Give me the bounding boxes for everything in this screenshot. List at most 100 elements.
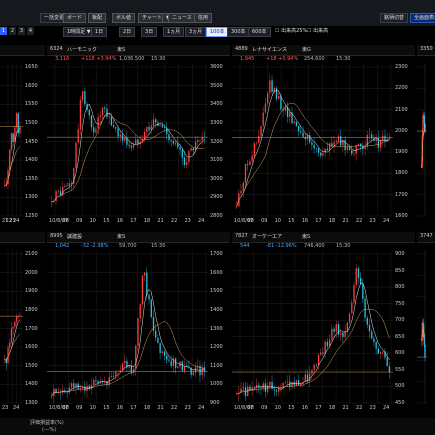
- x-axis-tick-label: 23: [184, 218, 191, 224]
- chart-pane[interactable]: 1650 1600 1550 1500 1450 1400 1350 1300 1250 21 22…: [0, 45, 45, 230]
- y-axis-tick-label: 1400: [210, 306, 223, 313]
- stock-name[interactable]: レナサイエンス: [252, 46, 287, 53]
- candle: [364, 298, 366, 318]
- x-axis-tick-label: 22: [170, 405, 178, 411]
- last-price: 3,116: [55, 56, 70, 62]
- pane-number-3[interactable]: 3: [18, 27, 25, 35]
- candle: [333, 141, 335, 146]
- range-600[interactable]: 600本: [248, 27, 271, 37]
- price-change: -81 -12.96%: [266, 243, 297, 249]
- candle: [108, 116, 110, 118]
- candle: [286, 381, 289, 383]
- volume-checkbox[interactable]: ☐ 出来高: [304, 27, 331, 35]
- candle: [249, 386, 251, 390]
- y-axis-tick-label: 2100: [395, 106, 408, 113]
- x-axis-tick-label: 21: [342, 405, 349, 411]
- x-axis-tick-label: 23: [369, 218, 376, 224]
- candlestick-chart[interactable]: [417, 63, 435, 230]
- candle: [251, 387, 253, 390]
- candle: [360, 278, 362, 284]
- range-3d[interactable]: 3日: [141, 27, 158, 37]
- candle: [130, 145, 133, 148]
- y-axis-tick-label: 900: [210, 400, 220, 406]
- pane-number-4[interactable]: 4: [27, 27, 34, 35]
- chart-pane[interactable]: 8995 誠建設 東S 1,042 -32 -2.98% 59,700 15:3…: [47, 232, 230, 417]
- last-price: 1,042: [55, 243, 70, 249]
- volume-button[interactable]: ボル値: [112, 13, 136, 23]
- chart-pane[interactable]: 7827 オーケーエア 東S 544 -81 -12.96% 746,400 1…: [232, 232, 415, 417]
- candle: [128, 144, 130, 146]
- stock-code: 3350: [420, 46, 433, 52]
- range-1m[interactable]: 1ヵ月: [163, 27, 185, 37]
- candle: [320, 352, 322, 355]
- candlestick-chart[interactable]: 1650 1600 1550 1500 1450 1400 1350 1300 1250 21 22…: [0, 63, 45, 230]
- candle: [93, 127, 95, 133]
- range-100[interactable]: 100本: [206, 27, 229, 37]
- stock-name[interactable]: 誠建設: [67, 233, 82, 240]
- chart-pane[interactable]: 3350: [417, 45, 435, 230]
- candle: [247, 163, 249, 165]
- y-axis-tick-label: 1350: [25, 175, 38, 182]
- price-change: +118 +3.94%: [81, 56, 117, 62]
- candle: [262, 112, 264, 126]
- candle: [197, 140, 199, 142]
- candle: [88, 385, 90, 390]
- candle: [326, 341, 329, 347]
- chart-pane[interactable]: 3747: [417, 232, 435, 417]
- y-axis-tick-label: 1800: [25, 306, 38, 313]
- candle: [382, 135, 384, 141]
- range-2d[interactable]: 2日: [119, 27, 136, 37]
- period-select[interactable]: 1時間足 ▼: [63, 27, 95, 37]
- y-axis-tick-label: 1400: [25, 381, 38, 388]
- x-axis-tick-label: 21: [157, 218, 164, 224]
- candle: [422, 115, 424, 135]
- candlestick-chart[interactable]: 2300 2200 2100 2000 1900 1800 1700 1600 10/8/07 0…: [232, 63, 415, 230]
- candlestick-chart[interactable]: 2100 2000 1900 1800 1700 1600 1500 1400 1300 23 24: [0, 250, 45, 417]
- x-axis-tick-label: 09: [261, 405, 268, 411]
- candle: [183, 366, 186, 371]
- y-axis-tick-label: 3000: [210, 175, 223, 182]
- top-toolbar: 一括変更 ボード 板配 ボル値 チャート ▼ ニュース 信用 銘柄切替 全画面表…: [0, 0, 435, 26]
- candlestick-chart[interactable]: 1700 1600 1500 1400 1300 1200 1100 1000 900 10/8/…: [47, 250, 230, 417]
- range-300[interactable]: 300本: [227, 27, 250, 37]
- y-axis-tick-label: 1600: [395, 213, 408, 219]
- candle: [137, 318, 139, 346]
- x-axis-tick-label: 09: [261, 218, 268, 224]
- board-button[interactable]: ボード: [63, 13, 87, 23]
- range-1d[interactable]: 1日: [91, 27, 108, 37]
- candlestick-chart[interactable]: 3600 3500 3400 3300 3200 3100 3000 2900 2800 10/8…: [47, 63, 230, 230]
- candlestick-chart[interactable]: [417, 250, 435, 417]
- y-axis-tick-label: 650: [395, 333, 405, 340]
- candlestick-chart[interactable]: 900 850 800 750 700 650 600 550 500 450 10/8/07 08 0…: [232, 250, 415, 417]
- fullscreen-button[interactable]: 全画面表示: [410, 13, 435, 23]
- chart-pane[interactable]: 2100 2000 1900 1800 1700 1600 1500 1400 1300 23 24: [0, 232, 45, 417]
- last-price: 544: [240, 243, 250, 249]
- candle: [124, 360, 126, 364]
- pane-number-2[interactable]: 2: [9, 27, 16, 35]
- candle: [324, 341, 326, 354]
- stock-name[interactable]: オーケーエア: [252, 233, 282, 240]
- chart-svg: [0, 63, 23, 217]
- x-axis-tick-label: 17: [130, 405, 137, 411]
- candle: [373, 338, 375, 342]
- switch-symbol-button[interactable]: 銘柄切替: [380, 13, 409, 23]
- volume: 59,700: [119, 243, 137, 249]
- quote-time: 15:30: [151, 56, 166, 62]
- candle: [295, 121, 298, 126]
- candle: [172, 140, 175, 144]
- moving-average-line: [236, 282, 390, 395]
- candle: [366, 135, 368, 147]
- pane-number-1[interactable]: 1: [0, 27, 7, 35]
- candle: [346, 147, 349, 151]
- news-button[interactable]: ニュース: [168, 13, 196, 23]
- stock-name[interactable]: ハーモニック: [67, 46, 97, 53]
- chart-pane[interactable]: 4889 レナサイエンス 東G 1,945 +18 +0.94% 254,600…: [232, 45, 415, 230]
- margin-button[interactable]: 信用: [194, 13, 213, 23]
- y-axis-tick-label: 500: [395, 383, 405, 390]
- candle: [298, 380, 300, 386]
- quote-time: 15:30: [336, 56, 351, 62]
- board-layout-button[interactable]: 板配: [88, 13, 107, 23]
- candle: [253, 143, 256, 156]
- range-3m[interactable]: 3ヵ月: [185, 27, 207, 37]
- chart-pane[interactable]: 6324 ハーモニック 東S 3,116 +118 +3.94% 1,036,5…: [47, 45, 230, 230]
